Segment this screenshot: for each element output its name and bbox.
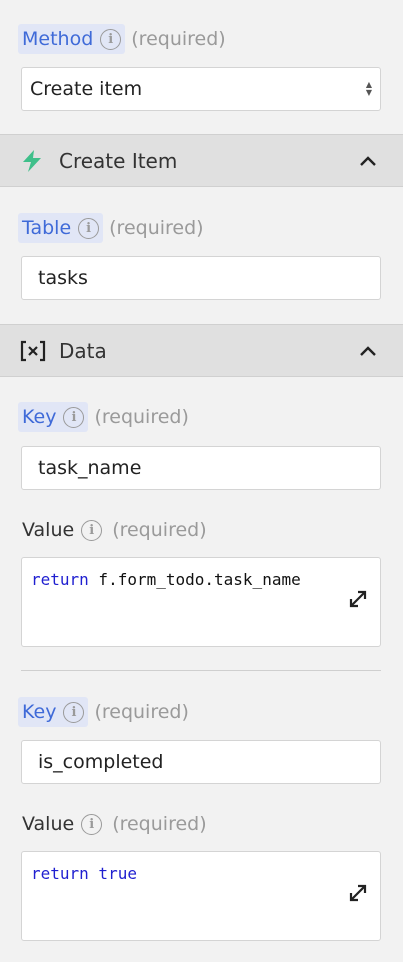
info-icon[interactable]: i (63, 406, 85, 428)
info-icon[interactable]: i (100, 28, 122, 50)
value-label-row: Value i (required) (18, 515, 207, 545)
info-icon[interactable]: i (63, 701, 85, 723)
method-label: Method (22, 28, 94, 50)
table-label-row: Table i (required) (18, 213, 204, 243)
expand-icon[interactable] (309, 570, 368, 632)
code-expression: true (88, 864, 137, 883)
required-hint: (required) (109, 217, 204, 239)
key-label: Key (22, 406, 57, 428)
section-title: Data (59, 339, 107, 363)
required-hint: (required) (131, 28, 226, 50)
key-input-value: is_completed (38, 751, 164, 773)
key-label: Key (22, 701, 57, 723)
required-hint: (required) (112, 813, 207, 835)
key-label-chip: Key i (18, 402, 89, 432)
required-hint: (required) (112, 519, 207, 541)
required-hint: (required) (94, 701, 189, 723)
value-code-editor[interactable]: return true (21, 851, 381, 941)
create-item-section-header[interactable]: Create Item (0, 134, 403, 187)
key-label-row: Key i (required) (18, 402, 189, 432)
value-label: Value (22, 813, 75, 835)
value-label: Value (22, 519, 75, 541)
value-label-chip: Value i (18, 515, 106, 545)
chevron-up-icon[interactable] (359, 342, 377, 366)
key-label-chip: Key i (18, 697, 89, 727)
method-label-row: Method i (required) (18, 24, 226, 54)
value-label-chip: Value i (18, 809, 106, 839)
code-keyword: return (31, 570, 89, 589)
pair-divider (21, 670, 381, 671)
method-select[interactable]: Create item ▲ ▼ (21, 67, 381, 111)
chevron-up-icon[interactable] (359, 152, 377, 176)
section-title: Create Item (59, 149, 178, 173)
table-label-chip: Table i (18, 213, 104, 243)
data-section-header[interactable]: Data (0, 324, 403, 377)
value-code-editor[interactable]: return f.form_todo.task_name (21, 557, 381, 647)
key-input[interactable]: is_completed (21, 740, 381, 784)
code-keyword: return (31, 864, 89, 883)
required-hint: (required) (94, 406, 189, 428)
table-input-value: tasks (38, 267, 88, 289)
info-icon[interactable]: i (81, 519, 103, 541)
key-input[interactable]: task_name (21, 446, 381, 490)
table-label: Table (22, 217, 72, 239)
key-input-value: task_name (38, 457, 142, 479)
method-select-value: Create item (30, 78, 143, 100)
bolt-icon (20, 149, 44, 178)
select-arrows-icon: ▲ ▼ (365, 80, 372, 97)
method-label-chip: Method i (18, 24, 126, 54)
info-icon[interactable]: i (78, 217, 100, 239)
info-icon[interactable]: i (81, 813, 103, 835)
key-label-row: Key i (required) (18, 697, 189, 727)
value-label-row: Value i (required) (18, 809, 207, 839)
table-input[interactable]: tasks (21, 256, 381, 300)
expand-icon[interactable] (309, 864, 368, 926)
variable-icon (20, 339, 46, 368)
code-expression: f.form_todo.task_name (88, 570, 301, 589)
